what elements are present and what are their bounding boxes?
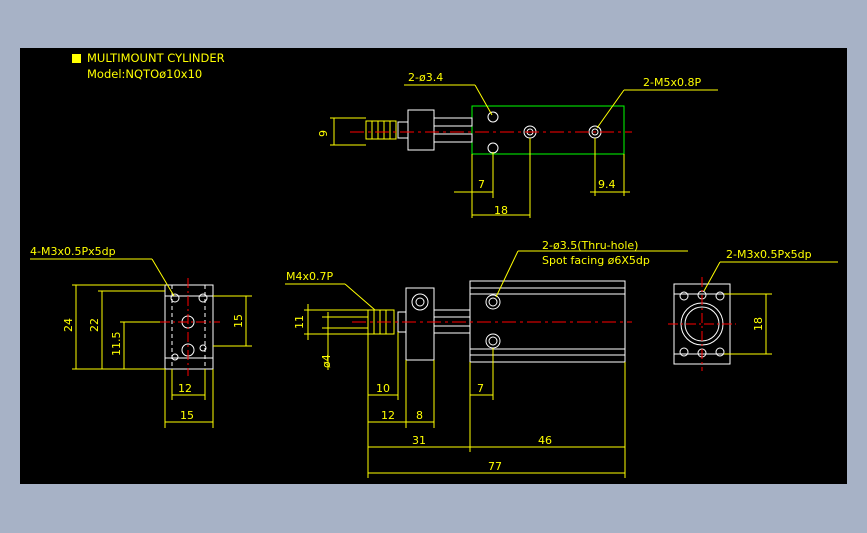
- top-rod-end: [397, 121, 409, 139]
- left-screw-hole-1: [170, 293, 180, 303]
- left-dim-11-5: 11.5: [110, 332, 123, 357]
- right-screw-hole-4: [715, 347, 725, 357]
- left-dim-22: 22: [88, 318, 101, 332]
- front-dim-d4: ø4: [320, 354, 333, 368]
- left-dim-24: 24: [62, 318, 75, 332]
- right-callout-leader: [703, 261, 721, 292]
- right-screw-hole-2: [715, 291, 725, 301]
- right-screw-hole-1: [679, 291, 689, 301]
- top-hole-leader: [474, 84, 493, 116]
- right-callout: 2-M3x0.5Px5dp: [726, 248, 812, 261]
- top-body-outline: [471, 105, 625, 155]
- front-rod-lower: [433, 325, 471, 334]
- front-hole-callout-2: Spot facing ø6X5dp: [542, 254, 650, 267]
- top-dim-9-4: 9.4: [598, 178, 616, 191]
- front-thread-leader: [344, 283, 376, 311]
- left-screw-hole-2: [198, 293, 208, 303]
- front-thread-callout: M4x0.7P: [286, 270, 333, 283]
- front-thru-hole-1-inner: [488, 297, 498, 307]
- top-hole-callout: 2-ø3.4: [408, 71, 443, 84]
- front-dim-31: 31: [412, 434, 426, 447]
- top-hole-lower: [487, 142, 499, 154]
- front-dim-46: 46: [538, 434, 552, 447]
- front-mount-hole-inner: [415, 297, 425, 307]
- front-thru-hole-1: [485, 294, 501, 310]
- front-dim-8: 8: [416, 409, 423, 422]
- left-screw-hole-3: [171, 353, 179, 361]
- front-dim-10: 10: [376, 382, 390, 395]
- front-dim-77: 77: [488, 460, 502, 473]
- front-dim-7: 7: [477, 382, 484, 395]
- left-view: 4-M3x0.5Px5dp 24 22 11.5 15 12 15: [30, 245, 252, 428]
- left-dim-12: 12: [178, 382, 192, 395]
- title-line-1: MULTIMOUNT CYLINDER: [87, 51, 225, 65]
- top-rod-nut: [365, 120, 397, 140]
- top-port-callout: 2-M5x0.8P: [643, 76, 701, 89]
- right-view: 2-M3x0.5Px5dp 18: [668, 248, 838, 371]
- top-view: 2-ø3.4 2-M5x0.8P 9 7 18 9.4: [317, 71, 718, 218]
- front-rod-upper: [433, 309, 471, 318]
- top-mount-block: [407, 109, 435, 151]
- title-marker: [72, 54, 81, 63]
- right-screw-hole-3: [679, 347, 689, 357]
- top-dim-18: 18: [494, 204, 508, 217]
- front-view: M4x0.7P 2-ø3.5(Thru-hole) Spot facing ø6…: [285, 239, 688, 478]
- cad-window: MULTIMOUNT CYLINDER Model:NQTOø10x10 2-ø…: [0, 0, 867, 533]
- top-dim-7: 7: [478, 178, 485, 191]
- left-dim-15-horizontal: 15: [180, 409, 194, 422]
- top-dim-9: 9: [317, 130, 330, 137]
- top-hole-upper: [487, 111, 499, 123]
- front-dim-12: 12: [381, 409, 395, 422]
- front-hole-leader: [495, 250, 519, 298]
- front-thru-hole-2-inner: [488, 336, 498, 346]
- title-block: MULTIMOUNT CYLINDER Model:NQTOø10x10: [72, 51, 225, 81]
- left-callout-leader: [151, 258, 175, 297]
- left-dim-15-vertical: 15: [232, 314, 245, 328]
- cad-drawing: MULTIMOUNT CYLINDER Model:NQTOø10x10 2-ø…: [30, 51, 838, 478]
- front-thru-hole-2: [485, 333, 501, 349]
- top-rod-upper: [433, 117, 473, 127]
- top-port-leader: [596, 89, 625, 129]
- title-line-2: Model:NQTOø10x10: [87, 67, 202, 81]
- front-mount-hole: [411, 293, 429, 311]
- top-rod-lower: [433, 133, 473, 143]
- front-dim-11: 11: [293, 315, 306, 329]
- right-dim-18: 18: [752, 317, 765, 331]
- front-mount-block: [405, 287, 435, 361]
- front-hole-callout-1: 2-ø3.5(Thru-hole): [542, 239, 638, 252]
- left-callout: 4-M3x0.5Px5dp: [30, 245, 116, 258]
- drawing-area: MULTIMOUNT CYLINDER Model:NQTOø10x10 2-ø…: [20, 48, 847, 484]
